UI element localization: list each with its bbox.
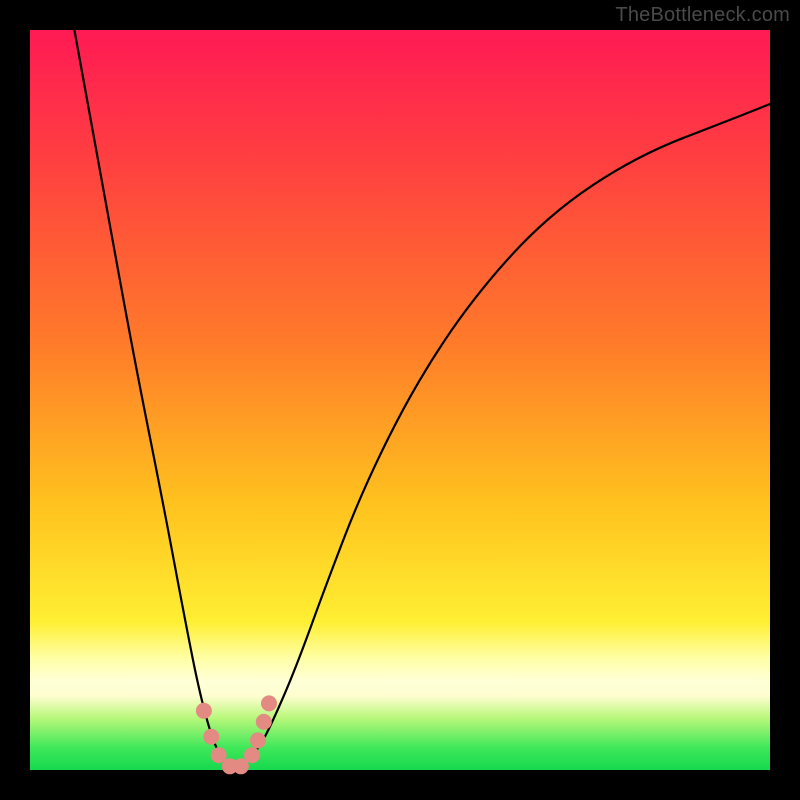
valley-marker [203,729,219,745]
valley-marker [244,747,260,763]
valley-marker [256,714,272,730]
chart-frame: TheBottleneck.com [0,0,800,800]
valley-marker [196,703,212,719]
bottleneck-curve [74,30,770,767]
plot-area [30,30,770,770]
valley-marker [250,732,266,748]
curve-svg [30,30,770,770]
watermark-text: TheBottleneck.com [615,4,790,27]
valley-marker [261,695,277,711]
